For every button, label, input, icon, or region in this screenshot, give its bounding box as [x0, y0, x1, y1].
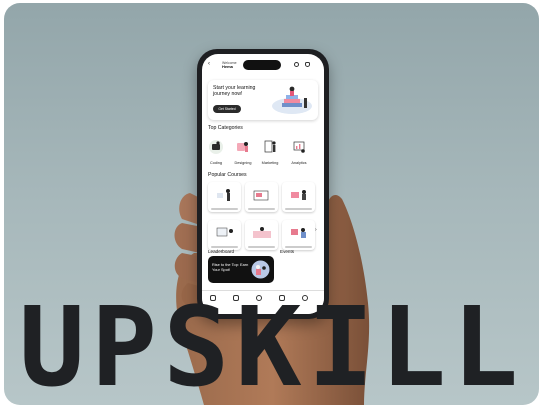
course-illustration: [217, 189, 230, 201]
scroll-right-icon[interactable]: ›: [315, 227, 317, 233]
category-analytics[interactable]: Analytics: [288, 139, 310, 165]
category-designing[interactable]: Designing: [232, 139, 254, 165]
user-name: Hema: [222, 64, 233, 69]
hero-title: Start your learning journey now!: [213, 85, 256, 97]
search-icon[interactable]: [294, 62, 299, 67]
course-illustration: [291, 190, 306, 200]
notification-icon[interactable]: [305, 62, 310, 67]
course-card[interactable]: [208, 182, 241, 212]
user-greeting: Welcome Hema: [222, 61, 237, 69]
leaderboard-banner-text: Rise to the Top: Earn Your Spot!: [212, 262, 249, 272]
course-caption-bar: [248, 246, 275, 248]
course-caption-bar: [285, 208, 312, 210]
course-illustration: [291, 228, 306, 238]
course-caption-bar: [285, 246, 312, 248]
course-card[interactable]: [282, 182, 315, 212]
category-label: Analytics: [291, 161, 307, 165]
course-card[interactable]: [245, 182, 278, 212]
course-card[interactable]: [282, 220, 315, 250]
leaderboard-banner[interactable]: Rise to the Top: Earn Your Spot!: [208, 256, 274, 283]
course-card[interactable]: [245, 220, 278, 250]
category-coding[interactable]: Coding: [205, 139, 227, 165]
category-marketing[interactable]: Marketing: [259, 139, 281, 165]
courses-heading: Popular Courses: [208, 172, 247, 178]
leaderboard-illustration: [251, 260, 270, 279]
coding-icon: [209, 140, 223, 154]
events-heading: Events: [280, 249, 295, 254]
course-illustration: [253, 190, 269, 201]
app-header: ‹ Welcome Hema: [202, 54, 324, 76]
back-icon[interactable]: ‹: [208, 61, 210, 67]
category-label: Designing: [234, 161, 252, 165]
get-started-button[interactable]: Get Started: [213, 105, 241, 113]
category-label: Marketing: [261, 161, 279, 165]
course-caption-bar: [211, 246, 238, 248]
course-caption-bar: [211, 208, 238, 210]
category-label: Coding: [209, 161, 223, 165]
phone-mockup: ‹ Welcome Hema Start your learning journ…: [197, 49, 329, 319]
learning-illustration: [272, 86, 312, 114]
course-illustration: [253, 227, 271, 238]
app-screen: ‹ Welcome Hema Start your learning journ…: [202, 54, 324, 314]
analytics-icon: [293, 141, 305, 153]
course-illustration: [216, 227, 233, 237]
hero-card: Start your learning journey now! Get Sta…: [208, 80, 318, 120]
leaderboard-heading: Leaderboard: [208, 249, 235, 254]
course-caption-bar: [248, 208, 275, 210]
brand-wordmark: UPSKILL: [18, 283, 525, 409]
categories-heading: Top Categories: [208, 125, 243, 131]
marketing-icon: [264, 140, 276, 153]
course-card[interactable]: [208, 220, 241, 250]
designing-icon: [237, 142, 248, 152]
